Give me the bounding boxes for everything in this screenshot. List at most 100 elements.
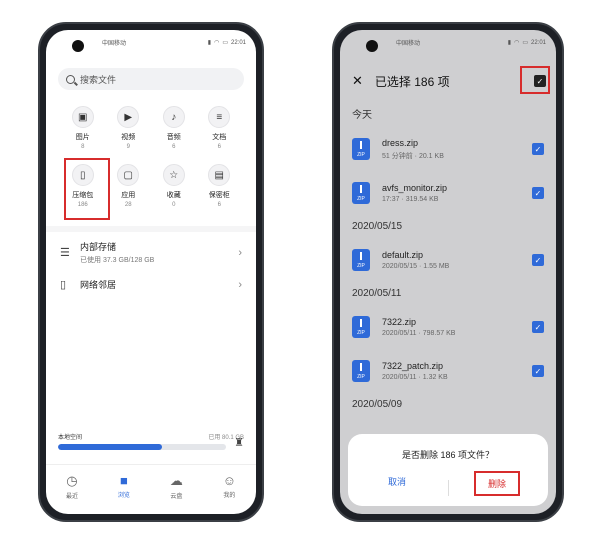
selection-header: ✕ 已选择 186 项 ✓ bbox=[352, 70, 546, 92]
category-count: 6 bbox=[172, 144, 176, 150]
nav-browse[interactable]: ■ 浏览 bbox=[118, 473, 130, 499]
date-header: 2020/05/11 bbox=[352, 288, 402, 299]
selection-title: 已选择 186 项 bbox=[374, 74, 450, 89]
file-checkbox[interactable]: ✓ bbox=[532, 187, 544, 199]
nav-recent[interactable]: ◷ 最近 bbox=[66, 473, 78, 500]
file-row[interactable]: ZIP 7322.zip 2020/05/11 · 798.57 KB ✓ bbox=[340, 305, 556, 349]
signal-icon: ▮ bbox=[207, 40, 212, 46]
file-meta: 17:37 · 319.54 KB bbox=[382, 196, 439, 203]
carrier-label: 中国移动 bbox=[396, 41, 421, 47]
file-row[interactable]: ZIP avfs_monitor.zip 17:37 · 319.54 KB ✓ bbox=[340, 171, 556, 215]
file-manager-screen: 中国移动 ▮ ◠ ▭ 22:01 搜索文件 ▣ 图片 8 ▶ 视频 9 ♪ 音频… bbox=[46, 30, 256, 514]
storage-progress-fill bbox=[58, 444, 163, 450]
chevron-right-icon: › bbox=[238, 278, 242, 291]
delete-button[interactable]: 删除 bbox=[473, 471, 520, 496]
file-row[interactable]: ZIP dress.zip 51 分钟前 · 20.1 KB ✓ bbox=[340, 127, 556, 171]
dialog-message: 是否删除 186 项文件？ bbox=[401, 450, 495, 460]
zip-file-icon: ZIP bbox=[352, 138, 370, 160]
category-safe[interactable]: ▤ 保密柜 6 bbox=[197, 164, 243, 208]
nav-me[interactable]: ☺ 我的 bbox=[223, 473, 236, 499]
status-bar: 中国移动 ▮ ◠ ▭ 22:01 bbox=[396, 38, 546, 48]
category-count: 0 bbox=[172, 202, 176, 208]
image-icon: ▣ bbox=[71, 106, 94, 128]
search-icon bbox=[66, 74, 75, 84]
folder-icon: ■ bbox=[119, 473, 128, 488]
file-row[interactable]: ZIP 7322_patch.zip 2020/05/11 · 1.32 KB … bbox=[340, 349, 556, 393]
category-documents[interactable]: ≡ 文档 6 bbox=[197, 106, 243, 150]
chevron-right-icon: › bbox=[238, 246, 242, 259]
zip-file-icon: ZIP bbox=[352, 182, 370, 204]
search-input[interactable]: 搜索文件 bbox=[58, 68, 244, 90]
file-checkbox[interactable]: ✓ bbox=[532, 254, 544, 266]
category-favorites[interactable]: ☆ 收藏 0 bbox=[151, 164, 197, 208]
camera-hole bbox=[72, 40, 84, 52]
nav-label: 最近 bbox=[65, 494, 78, 500]
file-name: 7322.zip bbox=[382, 317, 417, 327]
file-row[interactable]: ZIP default.zip 2020/05/15 · 1.55 MB ✓ bbox=[340, 238, 556, 282]
nav-label: 云盘 bbox=[170, 494, 183, 500]
video-icon: ▶ bbox=[117, 106, 140, 128]
storage-title: 内部存储 bbox=[80, 242, 117, 252]
category-label: 视频 bbox=[121, 134, 136, 141]
category-videos[interactable]: ▶ 视频 9 bbox=[106, 106, 152, 150]
broom-icon[interactable]: ♜ bbox=[234, 436, 244, 449]
category-label: 文档 bbox=[212, 134, 227, 141]
select-all-highlight-box bbox=[520, 66, 550, 94]
nav-label: 我的 bbox=[223, 493, 236, 499]
zip-file-icon: ZIP bbox=[352, 316, 370, 338]
file-name: default.zip bbox=[382, 250, 424, 260]
category-count: 28 bbox=[124, 202, 132, 208]
category-label: 图片 bbox=[75, 134, 90, 141]
bottom-nav: ◷ 最近 ■ 浏览 ☁ 云盘 ☺ 我的 bbox=[46, 464, 256, 514]
cloud-icon: ☁ bbox=[169, 473, 183, 488]
wifi-icon: ◠ bbox=[214, 40, 220, 46]
phone-left: 中国移动 ▮ ◠ ▭ 22:01 搜索文件 ▣ 图片 8 ▶ 视频 9 ♪ 音频… bbox=[38, 22, 264, 522]
network-icon: ▯ bbox=[60, 279, 67, 291]
star-icon: ☆ bbox=[162, 164, 185, 186]
file-list: 今天 ZIP dress.zip 51 分钟前 · 20.1 KB ✓ ZIP … bbox=[340, 100, 556, 416]
file-meta: 2020/05/11 · 1.32 KB bbox=[382, 374, 448, 381]
file-name: 7322_patch.zip bbox=[382, 361, 444, 371]
file-meta: 2020/05/15 · 1.55 MB bbox=[382, 263, 450, 270]
close-icon[interactable]: ✕ bbox=[352, 73, 363, 89]
category-count: 6 bbox=[217, 202, 221, 208]
search-placeholder: 搜索文件 bbox=[80, 74, 117, 85]
file-name: dress.zip bbox=[382, 137, 419, 148]
network-neighbors-row[interactable]: ▯ 网络邻居 › bbox=[60, 278, 242, 292]
person-icon: ☺ bbox=[222, 473, 237, 488]
category-count: 9 bbox=[126, 144, 130, 150]
local-space-label: 本地空间 bbox=[58, 435, 83, 441]
category-audio[interactable]: ♪ 音频 6 bbox=[151, 106, 197, 150]
file-checkbox[interactable]: ✓ bbox=[532, 321, 544, 333]
safe-icon: ▤ bbox=[208, 164, 231, 186]
file-checkbox[interactable]: ✓ bbox=[532, 143, 544, 155]
wifi-icon: ◠ bbox=[514, 40, 520, 46]
storage-detail: 已使用 37.3 GB/128 GB bbox=[80, 257, 155, 264]
phone-right: 中国移动 ▮ ◠ ▭ 22:01 ✕ 已选择 186 项 ✓ 今天 ZIP dr… bbox=[332, 22, 564, 522]
cancel-button[interactable]: 取消 bbox=[376, 471, 418, 496]
archives-highlight-box bbox=[64, 158, 110, 220]
battery-icon: ▭ bbox=[222, 40, 228, 46]
delete-confirm-dialog: 是否删除 186 项文件？ 取消 删除 bbox=[348, 434, 548, 506]
storage-icon: ☰ bbox=[60, 247, 70, 259]
category-count: 6 bbox=[217, 144, 221, 150]
zip-file-icon: ZIP bbox=[352, 360, 370, 382]
document-icon: ≡ bbox=[208, 106, 231, 128]
signal-icon: ▮ bbox=[507, 40, 512, 46]
category-images[interactable]: ▣ 图片 8 bbox=[60, 106, 106, 150]
clock-label: 22:01 bbox=[230, 39, 246, 46]
nav-cloud[interactable]: ☁ 云盘 bbox=[170, 473, 183, 500]
local-space-row: 本地空间 已用 80.1 GB bbox=[58, 432, 244, 441]
network-title: 网络邻居 bbox=[80, 280, 117, 290]
camera-hole bbox=[366, 40, 378, 52]
battery-icon: ▭ bbox=[522, 40, 528, 46]
internal-storage-row[interactable]: ☰ 内部存储 已使用 37.3 GB/128 GB › bbox=[60, 240, 242, 265]
selection-screen: 中国移动 ▮ ◠ ▭ 22:01 ✕ 已选择 186 项 ✓ 今天 ZIP dr… bbox=[340, 30, 556, 514]
file-meta: 2020/05/11 · 798.57 KB bbox=[382, 330, 456, 337]
category-apps[interactable]: ▢ 应用 28 bbox=[106, 164, 152, 208]
category-count: 8 bbox=[81, 144, 85, 150]
bottom-area: 本地空间 已用 80.1 GB ♜ ◷ 最近 ■ 浏览 ☁ 云盘 ☺ 我的 bbox=[46, 428, 256, 514]
section-divider bbox=[46, 226, 256, 232]
file-checkbox[interactable]: ✓ bbox=[532, 365, 544, 377]
category-label: 收藏 bbox=[166, 192, 181, 199]
